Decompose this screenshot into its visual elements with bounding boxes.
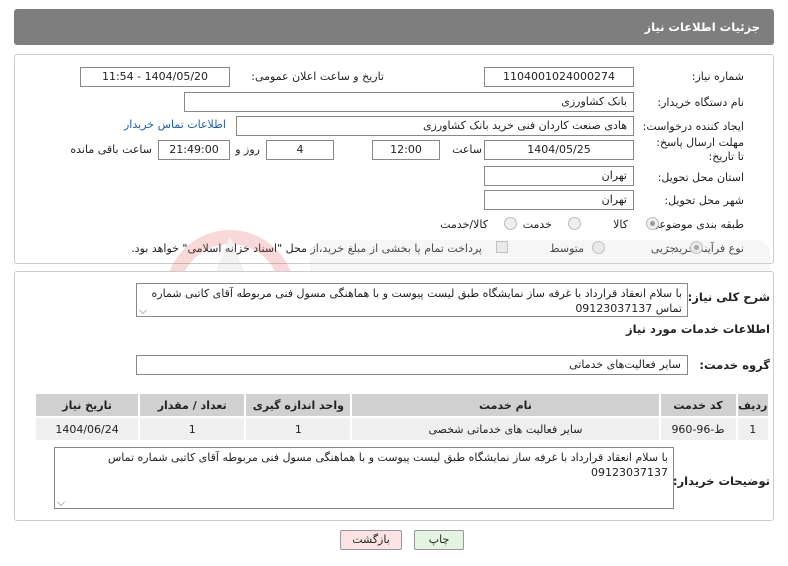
payment-note: پرداخت تمام یا بخشی از مبلغ خرید،از محل … (131, 242, 482, 255)
category-service-label: خدمت (522, 218, 552, 231)
city-field: تهران (484, 190, 634, 210)
creator-field: هادی صنعت کاردان فنی خرید بانک کشاورزی (236, 116, 634, 136)
buyer-notes-text: با سلام انعقاد قرارداد با غرفه ساز نمایش… (107, 451, 668, 479)
process-medium-label: متوسط (549, 242, 584, 255)
category-goods-service-radio[interactable] (504, 217, 517, 230)
desc-textarea[interactable]: با سلام انعقاد قرارداد با غرفه ساز نمایش… (136, 283, 688, 317)
days-field: 4 (266, 140, 334, 160)
buyer-org-field: بانک کشاورزی (184, 92, 634, 112)
time-label: ساعت (452, 143, 482, 156)
category-goods-service-label: کالا/خدمت (440, 218, 488, 231)
remaining-label: ساعت باقی مانده (70, 143, 152, 156)
cell-name: سایر فعالیت های خدماتی شخصی (350, 416, 661, 442)
process-minor-label: جزیی (650, 242, 676, 255)
col-row-header: ردیف (735, 392, 771, 418)
province-label: استان محل تحویل: (657, 171, 744, 184)
need-number-label: شماره نیاز: (691, 70, 744, 83)
contact-info-link[interactable]: اطلاعات تماس خریدار (124, 118, 226, 131)
deadline-time-field: 12:00 (372, 140, 440, 160)
category-goods-radio[interactable] (646, 217, 659, 230)
col-name-header: نام خدمت (350, 392, 661, 418)
process-label: نوع فرآیند خرید : (666, 242, 744, 255)
category-label: طبقه بندی موضوعی: (646, 218, 744, 231)
deadline-date-field: 1404/05/25 (484, 140, 634, 160)
desc-text: با سلام انعقاد قرارداد با غرفه ساز نمایش… (151, 287, 682, 315)
service-group-label: گروه خدمت: (699, 358, 770, 372)
process-minor-radio[interactable] (690, 241, 703, 254)
remaining-time-field: 21:49:00 (158, 140, 230, 160)
page-header: جزئیات اطلاعات نیاز (14, 9, 774, 45)
table-header-row: ردیف کد خدمت نام خدمت واحد اندازه گیری ت… (33, 392, 771, 418)
service-group-field: سایر فعالیت‌های خدماتی (136, 355, 688, 375)
category-service-radio[interactable] (568, 217, 581, 230)
need-number-field: 1104001024000274 (484, 67, 634, 87)
province-field: تهران (484, 166, 634, 186)
services-table: ردیف کد خدمت نام خدمت واحد اندازه گیری ت… (33, 392, 771, 442)
announce-label: تاریخ و ساعت اعلان عمومی: (251, 70, 384, 83)
col-date-header: تاریخ نیاز (33, 392, 141, 418)
deadline-label: مهلت ارسال پاسخ: تا تاریخ: (656, 136, 744, 163)
resize-grip-icon[interactable] (57, 498, 65, 506)
desc-label: شرح کلی نیاز: (687, 290, 770, 304)
cell-code: ط-96-960 (658, 416, 738, 442)
table-row: 1 ط-96-960 سایر فعالیت های خدماتی شخصی 1… (33, 416, 771, 442)
days-label: روز و (235, 143, 260, 156)
category-goods-label: کالا (613, 218, 628, 231)
cell-date: 1404/06/24 (33, 416, 141, 442)
buyer-org-label: نام دستگاه خریدار: (657, 96, 744, 109)
col-code-header: کد خدمت (658, 392, 738, 418)
cell-row: 1 (735, 416, 771, 442)
city-label: شهر محل تحویل: (664, 194, 744, 207)
back-button[interactable]: بازگشت (340, 530, 402, 550)
print-button[interactable]: چاپ (414, 530, 464, 550)
col-qty-header: تعداد / مقدار (138, 392, 247, 418)
col-unit-header: واحد اندازه گیری (244, 392, 353, 418)
treasury-checkbox[interactable] (496, 241, 508, 253)
page-title: جزئیات اطلاعات نیاز (644, 20, 760, 34)
creator-label: ایجاد کننده درخواست: (642, 120, 744, 133)
services-title: اطلاعات خدمات مورد نیاز (626, 322, 770, 336)
resize-grip-icon[interactable] (139, 306, 147, 314)
cell-unit: 1 (244, 416, 353, 442)
cell-qty: 1 (138, 416, 247, 442)
buyer-notes-label: توضیحات خریدار: (672, 474, 770, 488)
buyer-notes-textarea[interactable]: با سلام انعقاد قرارداد با غرفه ساز نمایش… (54, 447, 674, 509)
announce-field: 1404/05/20 - 11:54 (80, 67, 230, 87)
process-medium-radio[interactable] (592, 241, 605, 254)
